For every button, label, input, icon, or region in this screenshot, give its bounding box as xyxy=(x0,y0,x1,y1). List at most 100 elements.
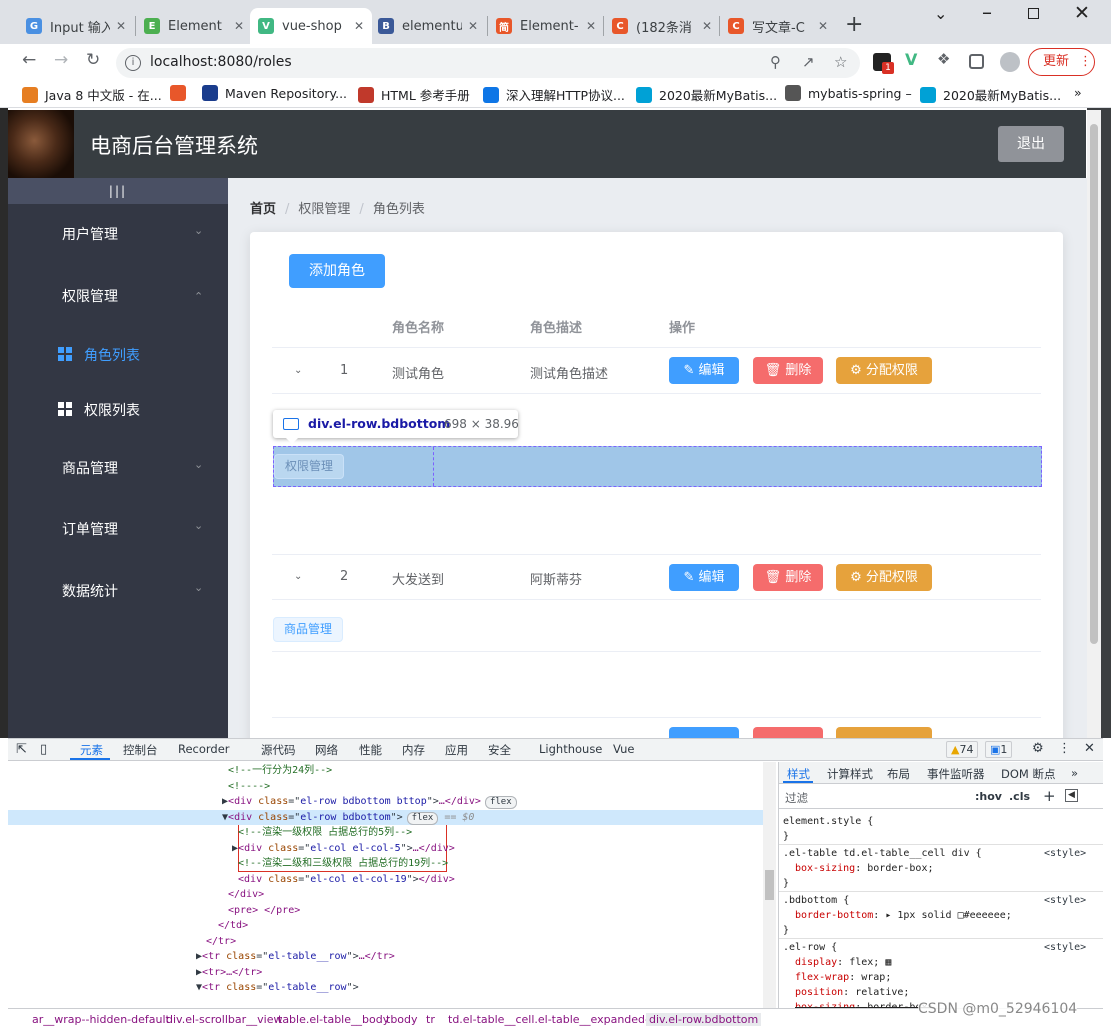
side-panel-icon[interactable] xyxy=(969,54,984,69)
scrollbar-thumb[interactable] xyxy=(1090,124,1098,644)
rule-selector[interactable]: .el-row {<style> xyxy=(783,940,1086,955)
dom-node-line[interactable]: ▶<div class="el-col el-col-5">…</div> xyxy=(232,841,455,857)
dom-node-line[interactable]: ▼<div class="el-row bdbottom"> flex == $0 xyxy=(8,809,776,825)
browser-tab[interactable]: Vvue-shop ✕ xyxy=(250,8,372,44)
zoom-icon[interactable]: ⚲ xyxy=(770,53,781,71)
assign-button-partial[interactable] xyxy=(836,727,932,738)
dom-breadcrumb-item[interactable]: tr xyxy=(426,1013,435,1026)
device-toolbar-icon[interactable]: ▯ xyxy=(40,742,47,757)
logout-button[interactable]: 退出 xyxy=(998,126,1064,162)
styles-tab[interactable]: 布局 xyxy=(887,766,910,782)
delete-button-partial[interactable] xyxy=(753,727,823,738)
bookmark-item[interactable]: HTML 参考手册 xyxy=(358,85,470,104)
filter-input[interactable]: 过滤 xyxy=(785,790,808,806)
tab-close-icon[interactable]: ✕ xyxy=(234,19,244,33)
expand-chevron-icon[interactable]: ⌄ xyxy=(294,571,302,582)
breadcrumb-home[interactable]: 首页 xyxy=(250,202,276,217)
style-property[interactable]: display: flex; ▦ xyxy=(783,955,891,970)
add-rule-icon[interactable]: + xyxy=(1043,787,1056,805)
new-tab-button[interactable]: + xyxy=(845,12,863,37)
style-property[interactable]: box-sizing: border-box; xyxy=(783,861,934,876)
devtools-tab[interactable]: 安全 xyxy=(488,742,511,758)
menu-item-orders[interactable]: 订单管理 ⌄ xyxy=(8,501,228,557)
warnings-badge[interactable]: ▲74 xyxy=(946,741,979,758)
expand-chevron-icon[interactable]: ⌄ xyxy=(294,365,302,376)
inspect-element-icon[interactable]: ⇱ xyxy=(16,742,27,757)
browser-tab[interactable]: C 写文章-C ✕ xyxy=(720,8,836,44)
tab-close-icon[interactable]: ✕ xyxy=(116,19,126,33)
devtools-tab[interactable]: Recorder xyxy=(178,742,230,756)
bookmark-item[interactable]: mybatis-spring – xyxy=(785,85,912,101)
puzzle-extensions-icon[interactable]: ❖ xyxy=(937,50,955,68)
assign-rights-button[interactable]: ⚙ 分配权限 xyxy=(836,357,932,384)
bookmark-item[interactable]: Java 8 中文版 - 在... xyxy=(22,85,162,104)
share-icon[interactable]: ↗ xyxy=(802,53,815,71)
devtools-tab[interactable]: 网络 xyxy=(315,742,338,758)
dom-node-line[interactable]: <!--渲染二级和三级权限 占据总行的19列--> xyxy=(238,856,448,872)
close-devtools-icon[interactable]: ✕ xyxy=(1084,741,1095,756)
rule-selector[interactable]: element.style { xyxy=(783,814,873,829)
styles-tab[interactable]: 样式 xyxy=(787,766,810,782)
minimize-window-button[interactable]: – xyxy=(982,0,992,24)
bookmark-item[interactable]: 深入理解HTTP协议... xyxy=(483,85,625,104)
dom-node-line[interactable]: ▶<div class="el-row bdbottom bttop">…</d… xyxy=(222,794,517,810)
bookmarks-overflow-icon[interactable]: » xyxy=(1074,85,1082,100)
reload-icon[interactable]: ↻ xyxy=(86,50,100,70)
assign-rights-button[interactable]: ⚙ 分配权限 xyxy=(836,564,932,591)
devtools-tab[interactable]: Vue xyxy=(613,742,634,756)
hov-toggle[interactable]: :hov xyxy=(975,790,1002,803)
menu-item-goods[interactable]: 商品管理 ⌄ xyxy=(8,440,228,496)
dom-breadcrumb-item[interactable]: ar__wrap--hidden-default xyxy=(32,1013,170,1026)
browser-tab[interactable]: G Input 输入 ✕ xyxy=(18,8,134,44)
dom-breadcrumb-item[interactable]: div.el-row.bdbottom xyxy=(646,1013,762,1026)
dom-node-line[interactable]: </td> xyxy=(218,918,248,934)
rule-selector[interactable]: .el-table td.el-table__cell div {<style> xyxy=(783,846,1086,861)
tab-close-icon[interactable]: ✕ xyxy=(468,19,478,33)
dom-node-line[interactable]: <!----> xyxy=(228,779,270,795)
dom-node-line[interactable]: </div> xyxy=(228,887,264,903)
tab-close-icon[interactable]: ✕ xyxy=(818,19,828,33)
devtools-tab[interactable]: 应用 xyxy=(445,742,468,758)
more-options-icon[interactable]: ⋮ xyxy=(1058,741,1071,756)
delete-button[interactable]: 🗑 删除 xyxy=(753,564,823,591)
styles-tab[interactable]: 事件监听器 xyxy=(927,766,985,782)
devtools-tab[interactable]: 源代码 xyxy=(261,742,296,758)
styles-tab[interactable]: 计算样式 xyxy=(827,766,873,782)
delete-button[interactable]: 🗑 删除 xyxy=(753,357,823,384)
vue-devtools-icon[interactable]: V xyxy=(905,50,923,69)
page-scrollbar[interactable] xyxy=(1087,110,1101,738)
dom-node-line[interactable]: <pre> </pre> xyxy=(228,903,300,919)
dom-breadcrumb-item[interactable]: td.el-table__cell.el-table__expanded-cel… xyxy=(448,1013,668,1026)
bookmark-item[interactable] xyxy=(170,85,193,101)
scrollbar-thumb[interactable] xyxy=(765,870,774,900)
flex-badge[interactable]: flex xyxy=(484,796,517,809)
rule-source[interactable]: <style> xyxy=(1044,846,1086,861)
flex-badge[interactable]: flex xyxy=(406,811,439,825)
dom-node-line[interactable]: ▶<tr>…</tr> xyxy=(196,965,262,981)
elements-scrollbar[interactable] xyxy=(763,762,776,1008)
style-property[interactable]: box-sizing: border-box; xyxy=(783,1000,934,1008)
devtools-tab[interactable]: 元素 xyxy=(80,742,103,758)
menu-item-reports[interactable]: 数据统计 ⌄ xyxy=(8,563,228,619)
devtools-tab[interactable]: 内存 xyxy=(402,742,425,758)
messages-badge[interactable]: ▣1 xyxy=(985,741,1013,758)
bookmark-item[interactable]: 2020最新MyBatis... xyxy=(636,85,777,104)
edit-button[interactable]: ✎ 编辑 xyxy=(669,564,739,591)
browser-tab[interactable]: Belementui ✕ xyxy=(370,8,486,44)
collapse-toggle[interactable]: ||| xyxy=(8,178,228,204)
rule-source[interactable]: <style> xyxy=(1044,940,1086,955)
menu-item-permission[interactable]: 权限管理 ⌃ xyxy=(8,268,228,324)
edit-button[interactable]: ✎ 编辑 xyxy=(669,357,739,384)
devtools-tab[interactable]: Lighthouse xyxy=(539,742,602,756)
dom-breadcrumb-item[interactable]: table.el-table__body xyxy=(278,1013,389,1026)
site-info-icon[interactable]: i xyxy=(125,55,141,71)
style-property[interactable]: flex-wrap: wrap; xyxy=(783,970,891,985)
profile-avatar[interactable] xyxy=(1000,52,1020,72)
forward-icon[interactable]: → xyxy=(54,50,68,70)
dom-node-line[interactable]: ▶<tr class="el-table__row">…</tr> xyxy=(196,949,395,965)
dom-node-line[interactable]: <!--渲染一级权限 占据总行的5列--> xyxy=(238,825,412,841)
tab-close-icon[interactable]: ✕ xyxy=(354,19,364,33)
browser-tab[interactable]: 简 Element- ✕ xyxy=(488,8,604,44)
toggle-sidebar-icon[interactable]: ◀ xyxy=(1065,789,1078,802)
tab-close-icon[interactable]: ✕ xyxy=(702,19,712,33)
